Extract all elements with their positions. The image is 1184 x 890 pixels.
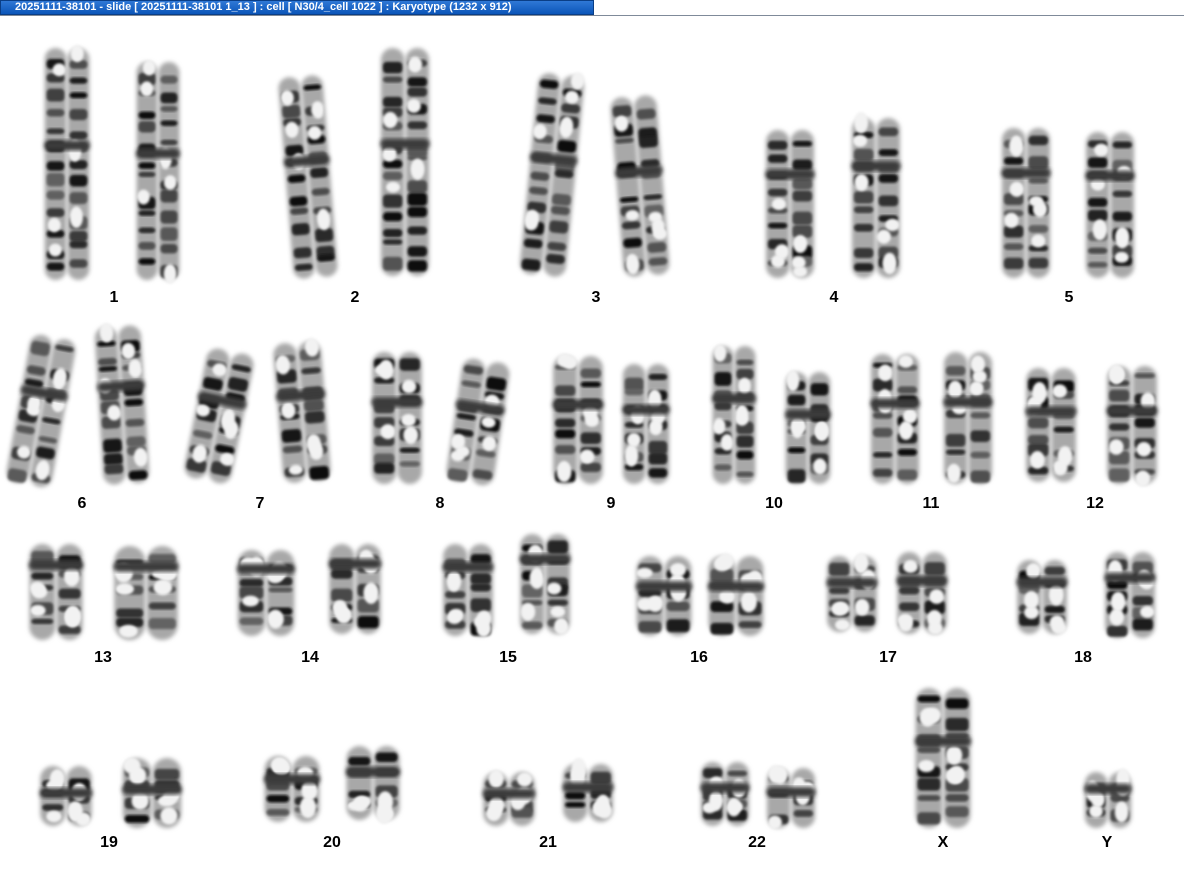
chromosome-label-x: X xyxy=(937,834,949,851)
chromosome-label-9: 9 xyxy=(606,495,616,512)
chromosome-label-19: 19 xyxy=(100,834,118,851)
window-title-tab[interactable]: 20251111-38101 - slide [ 20251111-38101 … xyxy=(0,0,594,15)
chromosome-label-21: 21 xyxy=(539,834,557,851)
chromosome-label-2: 2 xyxy=(350,289,360,306)
chromosome-label-14: 14 xyxy=(301,649,319,666)
chromosome-label-4: 4 xyxy=(829,289,839,306)
chromosome-image xyxy=(6,45,1158,830)
chromosome-label-11: 11 xyxy=(922,495,940,512)
chromosome-label-6: 6 xyxy=(77,495,87,512)
chromosome-label-20: 20 xyxy=(323,834,341,851)
window-title-text: 20251111-38101 - slide [ 20251111-38101 … xyxy=(15,1,512,13)
chromosome-label-7: 7 xyxy=(255,495,265,512)
chromosome-label-17: 17 xyxy=(879,649,897,666)
chromosome-label-5: 5 xyxy=(1064,289,1074,306)
chromosome-label-18: 18 xyxy=(1074,649,1092,666)
chromosome-label-10: 10 xyxy=(765,495,783,512)
karyogram-canvas: 1 2 3 4 5 6 7 8 9 10 11 12 13 14 15 16 1… xyxy=(0,16,1184,890)
chromosome-label-22: 22 xyxy=(748,834,766,851)
chromosome-label-y: Y xyxy=(1101,834,1113,851)
chromosome-label-16: 16 xyxy=(690,649,708,666)
chromosome-label-1: 1 xyxy=(109,289,119,306)
chromosome-label-13: 13 xyxy=(94,649,112,666)
chromosome-label-15: 15 xyxy=(499,649,517,666)
chromosome-label-3: 3 xyxy=(591,289,601,306)
chromosome-label-12: 12 xyxy=(1086,495,1104,512)
chromosome-label-8: 8 xyxy=(435,495,445,512)
